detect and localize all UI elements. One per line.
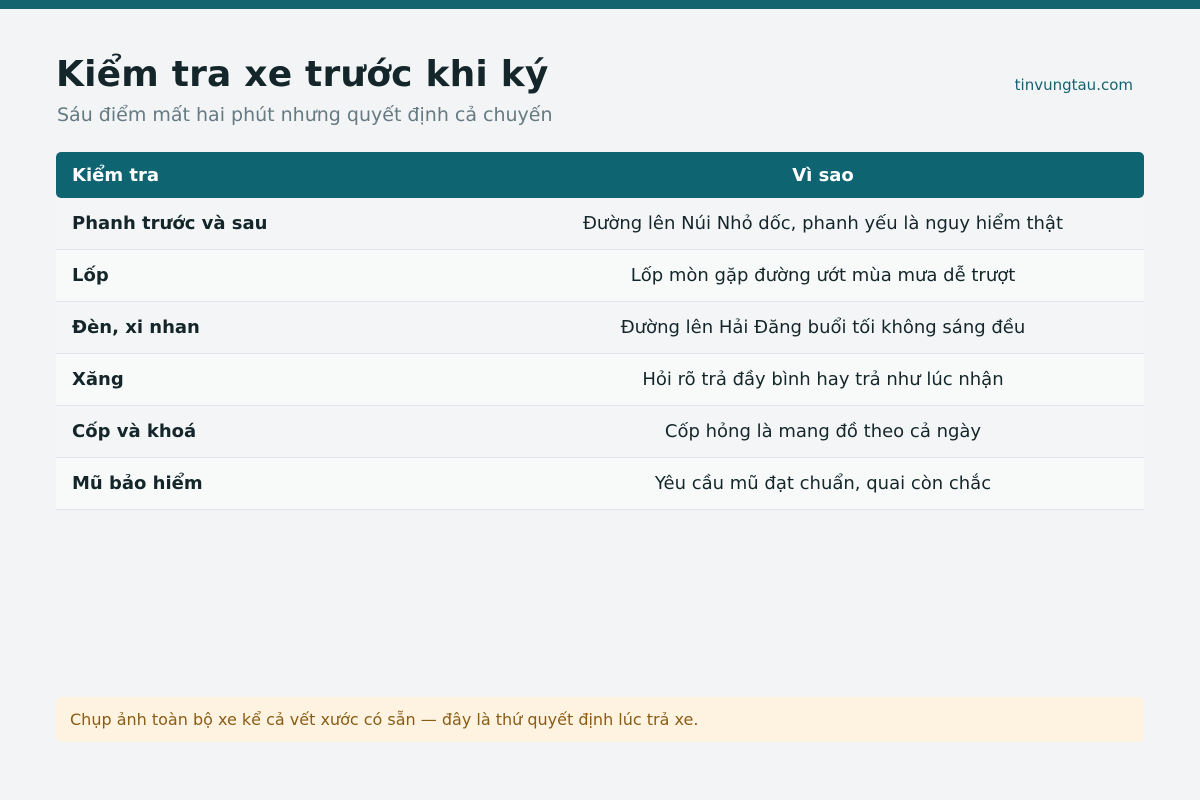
table-row: Xăng Hỏi rõ trả đầy bình hay trả như lúc… xyxy=(56,354,1144,406)
table-row: Cốp và khoá Cốp hỏng là mang đồ theo cả … xyxy=(56,406,1144,458)
row-check-cell: Xăng xyxy=(72,369,124,390)
top-accent-bar xyxy=(0,0,1200,9)
row-check-cell: Lốp xyxy=(72,265,109,286)
tip-note: Chụp ảnh toàn bộ xe kể cả vết xước có sẵ… xyxy=(56,697,1144,742)
row-check-cell: Mũ bảo hiểm xyxy=(72,473,203,494)
column-header-why: Vì sao xyxy=(792,164,854,186)
table-row: Mũ bảo hiểm Yêu cầu mũ đạt chuẩn, quai c… xyxy=(56,458,1144,510)
row-why-cell: Yêu cầu mũ đạt chuẩn, quai còn chắc xyxy=(654,473,992,494)
row-why-cell: Cốp hỏng là mang đồ theo cả ngày xyxy=(664,421,982,442)
site-link[interactable]: tinvungtau.com xyxy=(1015,76,1133,94)
page-title: Kiểm tra xe trước khi ký xyxy=(56,54,549,95)
column-header-check: Kiểm tra xyxy=(72,164,159,186)
table-row: Phanh trước và sau Đường lên Núi Nhỏ dốc… xyxy=(56,198,1144,250)
table-row: Lốp Lốp mòn gặp đường ướt mùa mưa dễ trư… xyxy=(56,250,1144,302)
row-check-cell: Đèn, xi nhan xyxy=(72,317,200,338)
row-check-cell: Cốp và khoá xyxy=(72,421,197,442)
row-check-cell: Phanh trước và sau xyxy=(72,213,268,234)
table-header: Kiểm tra Vì sao xyxy=(56,152,1144,198)
row-why-cell: Lốp mòn gặp đường ướt mùa mưa dễ trượt xyxy=(630,265,1016,286)
table-row: Đèn, xi nhan Đường lên Hải Đăng buổi tối… xyxy=(56,302,1144,354)
row-why-cell: Hỏi rõ trả đầy bình hay trả như lúc nhận xyxy=(642,369,1004,390)
page-subtitle: Sáu điểm mất hai phút nhưng quyết định c… xyxy=(57,104,553,126)
row-why-cell: Đường lên Núi Nhỏ dốc, phanh yếu là nguy… xyxy=(582,213,1064,234)
row-why-cell: Đường lên Hải Đăng buổi tối không sáng đ… xyxy=(620,317,1026,338)
checklist-table: Kiểm tra Vì sao Phanh trước và sau Đường… xyxy=(56,152,1144,510)
